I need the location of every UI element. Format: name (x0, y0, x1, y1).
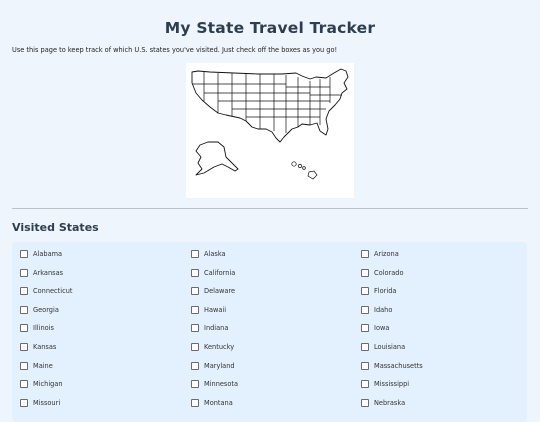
visited-states-panel: Alabama Alaska Arizona Arkansas California Co… (12, 242, 527, 422)
state-checkbox[interactable] (361, 287, 369, 296)
state-checkbox-item[interactable]: Alabama (20, 248, 62, 260)
state-checkbox-item[interactable]: Iowa (361, 322, 389, 334)
state-checkbox-item[interactable]: Idaho (361, 304, 392, 316)
state-checkbox-item[interactable]: Mississippi (361, 378, 409, 390)
page-intro: Use this page to keep track of which U.S… (12, 46, 338, 54)
state-checkbox-item[interactable]: Michigan (20, 378, 63, 390)
state-label: Arkansas (33, 268, 64, 277)
state-checkbox[interactable] (191, 398, 199, 407)
state-label: Alabama (33, 250, 63, 258)
state-checkbox[interactable] (361, 398, 369, 407)
state-label: Kentucky (204, 343, 235, 351)
state-label: Georgia (33, 305, 59, 314)
state-checkbox-item[interactable]: Kansas (20, 341, 56, 353)
visited-states-heading: Visited States (12, 221, 99, 234)
state-checkbox-item[interactable]: Arizona (361, 248, 399, 260)
state-checkbox[interactable] (361, 380, 369, 389)
state-checkbox[interactable] (20, 324, 28, 333)
state-checkbox-item[interactable]: Missouri (20, 397, 60, 409)
state-label: Missouri (33, 398, 61, 407)
state-checkbox[interactable] (191, 380, 199, 389)
state-checkbox[interactable] (191, 361, 199, 370)
state-checkbox-item[interactable]: Nebraska (361, 397, 405, 409)
state-label: Kansas (33, 343, 57, 351)
state-label: Mississippi (374, 380, 410, 389)
state-checkbox[interactable] (191, 343, 199, 351)
state-label: Minnesota (204, 380, 239, 389)
state-checkbox-item[interactable]: Georgia (20, 304, 59, 316)
state-checkbox-item[interactable]: Delaware (191, 285, 235, 297)
state-checkbox-item[interactable]: Alaska (191, 248, 226, 260)
state-label: Louisiana (374, 343, 406, 351)
state-label: Arizona (374, 250, 399, 258)
state-checkbox[interactable] (361, 268, 369, 277)
state-checkbox[interactable] (20, 361, 28, 370)
state-checkbox[interactable] (191, 305, 199, 314)
state-label: Colorado (374, 268, 404, 277)
state-checkbox-item[interactable]: Montana (191, 397, 233, 409)
state-label: California (204, 268, 236, 277)
state-checkbox-item[interactable]: Maine (20, 360, 53, 372)
state-checkbox[interactable] (191, 324, 199, 333)
state-checkbox-item[interactable]: Minnesota (191, 378, 238, 390)
state-label: Maryland (204, 361, 235, 370)
state-label: Alaska (204, 250, 226, 258)
state-label: Indiana (204, 324, 229, 333)
state-checkbox[interactable] (20, 287, 28, 296)
state-checkbox[interactable] (361, 250, 369, 258)
state-label: Nebraska (374, 398, 406, 407)
state-checkbox[interactable] (20, 380, 28, 389)
state-checkbox[interactable] (20, 305, 28, 314)
state-checkbox-item[interactable]: Massachusetts (361, 360, 423, 372)
us-states-map (186, 63, 354, 198)
state-label: Montana (204, 398, 233, 407)
state-checkbox-item[interactable]: California (191, 267, 235, 279)
state-label: Maine (33, 361, 53, 370)
state-checkbox-item[interactable]: Indiana (191, 322, 228, 334)
state-checkbox[interactable] (191, 268, 199, 277)
state-checkbox-item[interactable]: Louisiana (361, 341, 405, 353)
section-divider (12, 208, 528, 209)
state-checkbox-item[interactable]: Hawaii (191, 304, 226, 316)
state-checkbox-item[interactable]: Kentucky (191, 341, 234, 353)
state-label: Illinois (33, 324, 54, 333)
state-label: Hawaii (204, 305, 227, 314)
state-label: Idaho (374, 305, 393, 314)
state-label: Massachusetts (374, 361, 423, 370)
state-checkbox[interactable] (20, 268, 28, 277)
state-checkbox-item[interactable]: Illinois (20, 322, 54, 334)
state-checkbox-item[interactable]: Colorado (361, 267, 403, 279)
state-checkbox-item[interactable]: Florida (361, 285, 396, 297)
us-map-icon (191, 68, 349, 180)
state-label: Michigan (33, 380, 63, 389)
state-checkbox-item[interactable]: Maryland (191, 360, 235, 372)
state-label: Iowa (374, 324, 390, 333)
state-checkbox[interactable] (361, 361, 369, 370)
state-checkbox[interactable] (361, 343, 369, 351)
state-checkbox[interactable] (191, 287, 199, 296)
state-checkbox[interactable] (361, 305, 369, 314)
state-label: Delaware (204, 287, 236, 296)
state-checkbox[interactable] (20, 398, 28, 407)
state-label: Florida (374, 287, 397, 296)
state-checkbox[interactable] (191, 250, 199, 258)
state-label: Connecticut (33, 287, 73, 296)
state-checkbox-item[interactable]: Arkansas (20, 267, 63, 279)
state-checkbox-item[interactable]: Connecticut (20, 285, 73, 297)
page-title: My State Travel Tracker (164, 19, 376, 37)
state-checkbox[interactable] (20, 343, 28, 351)
state-checkbox[interactable] (20, 250, 28, 258)
state-checkbox[interactable] (361, 324, 369, 333)
